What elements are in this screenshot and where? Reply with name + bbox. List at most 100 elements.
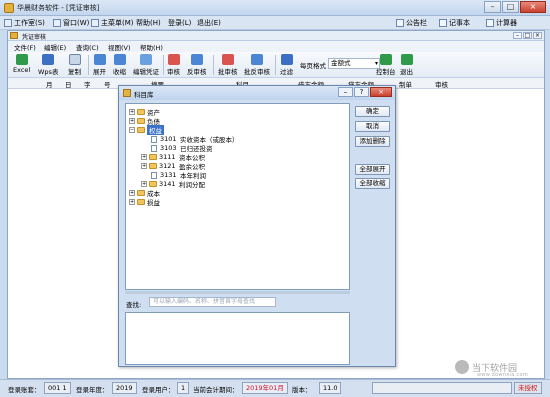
menu-window[interactable]: 窗口(W) — [53, 18, 89, 28]
watermark-logo-icon — [455, 360, 469, 374]
exit-button[interactable]: 退出 — [400, 54, 413, 76]
title-bar: 华晨财务软件 - [凭证审核] – □ × — [0, 0, 550, 16]
col-word[interactable]: 字 — [84, 79, 91, 89]
edit-voucher-button[interactable]: 编辑凭证 — [133, 54, 159, 76]
maximize-button[interactable]: □ — [502, 1, 519, 13]
console-icon — [379, 54, 392, 65]
dialog-icon — [123, 89, 131, 97]
col-month[interactable]: 月 — [46, 79, 53, 89]
batch-unaudit-button[interactable]: 批反审核 — [244, 54, 270, 76]
tree-node-cost[interactable]: + 成本 — [129, 189, 160, 198]
col-auditor[interactable]: 审核 — [435, 79, 448, 89]
search-results-pane — [125, 312, 350, 365]
pane-splitter[interactable] — [125, 291, 350, 294]
toolbar-separator — [275, 55, 276, 75]
menu-login[interactable]: 登录(L) — [168, 18, 191, 28]
collapse-all-button[interactable]: 全部收缩 — [355, 178, 390, 189]
period-label: 当前会计期间： — [193, 386, 239, 394]
format-select[interactable]: 金额式 ▾ — [328, 58, 380, 69]
doc-window-controls: – □ × — [512, 32, 542, 39]
menu-query[interactable]: 查询(C) — [76, 42, 99, 52]
close-button[interactable]: × — [520, 1, 546, 13]
minimize-button[interactable]: – — [484, 1, 501, 13]
expand-icon[interactable]: + — [141, 163, 147, 169]
search-label: 查找: — [126, 301, 142, 309]
account-label: 登录账套： — [8, 386, 41, 394]
tree-node-3103[interactable]: 3103 已归还投资 — [151, 144, 213, 153]
folder-icon — [137, 127, 145, 133]
tree-node-3121[interactable]: +3121 盈余公积 — [141, 162, 205, 171]
dialog-minimize-button[interactable]: – — [338, 87, 353, 97]
ok-button[interactable]: 确定 — [355, 106, 390, 117]
studio-icon — [4, 19, 12, 27]
version-value: 11.0 — [319, 382, 342, 394]
excel-icon — [15, 54, 28, 65]
copy-icon — [68, 54, 81, 65]
col-number[interactable]: 号 — [104, 79, 111, 89]
tree-node-profit-loss[interactable]: + 损益 — [129, 198, 160, 207]
add-delete-button[interactable]: 添加删除 — [355, 136, 390, 147]
notepad-button[interactable]: 记事本 — [439, 18, 470, 28]
dialog-help-button[interactable]: ? — [354, 87, 369, 97]
folder-icon — [137, 118, 145, 124]
tree-node-3131[interactable]: 3131 本年利润 — [151, 171, 206, 180]
watermark-url: www.downxia.com — [477, 372, 529, 378]
expand-icon[interactable]: + — [129, 190, 135, 196]
search-input[interactable]: 可以输入编码、名称、拼音首字母查找 — [149, 297, 276, 307]
expand-icon[interactable]: + — [141, 154, 147, 160]
folder-icon — [137, 109, 145, 115]
year-label: 登录年度： — [76, 386, 109, 394]
account-value: 001 1 — [44, 382, 71, 394]
tree-node-liabilities[interactable]: + 负债 — [129, 117, 160, 126]
console-button[interactable]: 控制台 — [376, 54, 396, 76]
document-icon — [151, 135, 157, 143]
year-value: 2019 — [112, 382, 137, 394]
edit-voucher-icon — [140, 54, 152, 65]
unaudit-button[interactable]: 反审核 — [187, 54, 207, 76]
expand-all-button[interactable]: 全部展开 — [355, 164, 390, 175]
menu-help[interactable]: 帮助(H) — [136, 18, 161, 28]
wps-button[interactable]: Wps表 — [38, 54, 58, 76]
menu-view[interactable]: 视图(V) — [108, 42, 131, 52]
collapse-icon[interactable]: − — [129, 127, 135, 133]
doc-restore-button[interactable]: □ — [523, 32, 532, 39]
menu-studio[interactable]: 工作室(S) — [4, 18, 45, 28]
app-logo-icon — [4, 3, 14, 13]
bulletin-button[interactable]: 公告栏 — [396, 18, 427, 28]
expand-icon[interactable]: + — [141, 181, 147, 187]
tree-node-3101[interactable]: 3101 实收资本（或股本） — [151, 135, 239, 144]
folder-icon — [149, 154, 157, 160]
cancel-button[interactable]: 取消 — [355, 121, 390, 132]
expand-icon[interactable]: + — [129, 109, 135, 115]
collapse-button[interactable]: 收缩 — [113, 54, 126, 76]
menu-doc-help[interactable]: 帮助(H) — [140, 42, 163, 52]
expand-icon[interactable]: + — [129, 199, 135, 205]
user-label: 登录用户： — [142, 386, 175, 394]
copy-button[interactable]: 复制 — [68, 54, 81, 76]
calculator-button[interactable]: 计算器 — [486, 18, 517, 28]
wps-icon — [42, 54, 55, 65]
menu-exit[interactable]: 退出(E) — [197, 18, 221, 28]
batch-audit-button[interactable]: 批审核 — [218, 54, 238, 76]
expand-icon[interactable]: + — [129, 118, 135, 124]
tree-node-3111[interactable]: +3111 资本公积 — [141, 153, 205, 162]
filter-button[interactable]: 过滤 — [280, 54, 293, 76]
audit-button[interactable]: 审核 — [167, 54, 180, 76]
window-controls: – □ × — [483, 1, 546, 13]
expand-button[interactable]: 展开 — [93, 54, 106, 76]
collapse-icon — [113, 54, 126, 65]
tree-node-3141[interactable]: +3141 利润分配 — [141, 180, 205, 189]
tree-node-assets[interactable]: + 资产 — [129, 108, 160, 117]
col-maker[interactable]: 制单 — [399, 79, 412, 89]
doc-close-button[interactable]: × — [533, 32, 542, 39]
menu-main[interactable]: 主菜单(M) — [91, 18, 134, 28]
dialog-close-button[interactable]: × — [370, 87, 392, 97]
folder-icon — [137, 199, 145, 205]
excel-button[interactable]: Excel — [13, 54, 30, 74]
menu-file[interactable]: 文件(F) — [14, 42, 36, 52]
tree-node-equity[interactable]: − 权益 — [129, 125, 164, 135]
menu-edit[interactable]: 编辑(E) — [44, 42, 66, 52]
col-day[interactable]: 日 — [65, 79, 72, 89]
doc-minimize-button[interactable]: – — [513, 32, 522, 39]
calculator-icon — [486, 19, 494, 27]
